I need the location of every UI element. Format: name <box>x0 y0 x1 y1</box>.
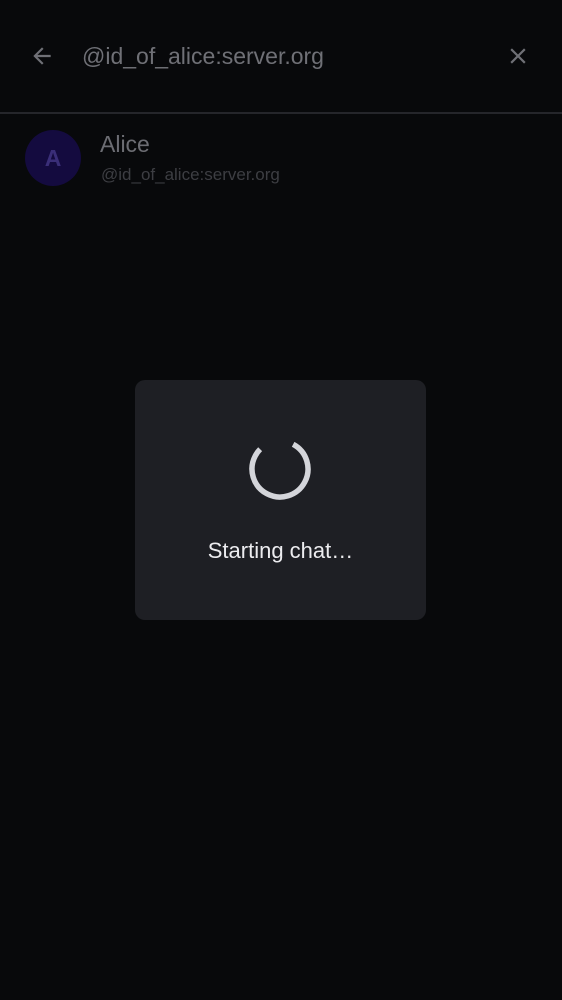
back-button[interactable] <box>22 36 62 76</box>
clear-search-button[interactable] <box>498 36 538 76</box>
list-item[interactable]: A Alice @id_of_alice:server.org <box>0 118 562 198</box>
arrow-left-icon <box>33 47 51 65</box>
header-divider <box>0 112 562 114</box>
user-display-name: Alice <box>100 131 150 157</box>
user-id: @id_of_alice:server.org <box>101 165 280 184</box>
search-top-bar <box>0 0 562 112</box>
avatar: A <box>25 130 81 186</box>
dialog-message: Starting chat… <box>207 538 354 563</box>
loading-spinner-icon <box>249 438 311 500</box>
close-icon <box>510 48 526 64</box>
search-input[interactable] <box>82 36 482 76</box>
progress-dialog: Starting chat… <box>135 380 426 620</box>
